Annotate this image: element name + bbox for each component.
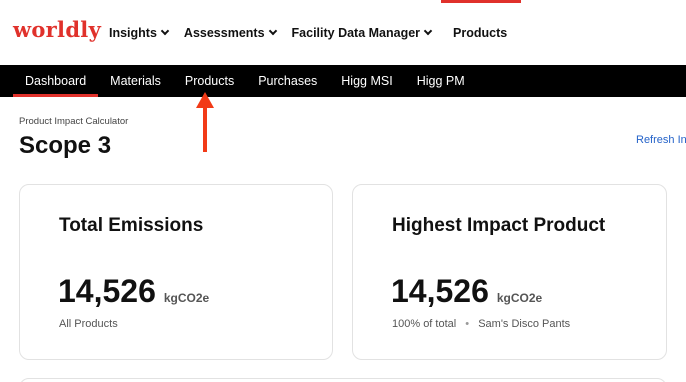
metric: 14,526 kgCO2e [58, 273, 209, 310]
subnav-purchases[interactable]: Purchases [246, 65, 329, 97]
footer-separator: • [465, 318, 470, 330]
page-title: Scope 3 [19, 132, 112, 159]
worldly-logo[interactable]: worldly [13, 17, 101, 42]
top-nav-assessments-label: Assessments [183, 25, 265, 40]
card-footer: 100% of total • Sam's Disco Pants [392, 318, 570, 330]
card-footer: All Products [59, 318, 118, 330]
total-emissions-card: Total Emissions 14,526 kgCO2e All Produc… [19, 184, 333, 360]
metric-unit: kgCO2e [496, 291, 543, 305]
subnav-higg-pm[interactable]: Higg PM [405, 65, 477, 97]
metric: 14,526 kgCO2e [391, 273, 542, 310]
refresh-link[interactable]: Refresh In [636, 134, 686, 146]
top-navigation: worldly Insights Assessments Facility Da… [0, 0, 686, 65]
top-nav-insights[interactable]: Insights [109, 0, 170, 65]
top-nav-products-label: Products [453, 25, 508, 40]
annotation-arrow-icon [196, 92, 214, 152]
metric-value: 14,526 [391, 273, 489, 309]
metric-value: 14,526 [58, 273, 156, 309]
top-nav-insights-label: Insights [109, 25, 157, 40]
highest-impact-product-card: Highest Impact Product 14,526 kgCO2e 100… [352, 184, 667, 360]
sub-navigation: Dashboard Materials Products Purchases H… [0, 65, 686, 97]
chevron-down-icon [160, 26, 170, 36]
breadcrumb: Product Impact Calculator [19, 116, 129, 127]
chevron-down-icon [268, 26, 277, 36]
metric-unit: kgCO2e [163, 291, 210, 305]
subnav-higg-msi[interactable]: Higg MSI [329, 65, 404, 97]
next-card [19, 378, 667, 382]
subnav-materials[interactable]: Materials [98, 65, 173, 97]
top-menu: Insights Assessments Facility Data Manag… [109, 0, 523, 65]
card-title: Highest Impact Product [392, 215, 606, 236]
top-nav-facility-data-manager[interactable]: Facility Data Manager [291, 0, 433, 65]
card-title: Total Emissions [59, 215, 204, 236]
subnav-dashboard[interactable]: Dashboard [13, 65, 99, 97]
top-nav-facility-data-manager-label: Facility Data Manager [291, 25, 421, 40]
footer-share: 100% of total [392, 318, 457, 330]
footer-product: Sam's Disco Pants [478, 318, 571, 330]
top-nav-assessments[interactable]: Assessments [183, 0, 277, 65]
top-nav-products[interactable]: Products [441, 0, 522, 65]
chevron-down-icon [423, 26, 433, 36]
